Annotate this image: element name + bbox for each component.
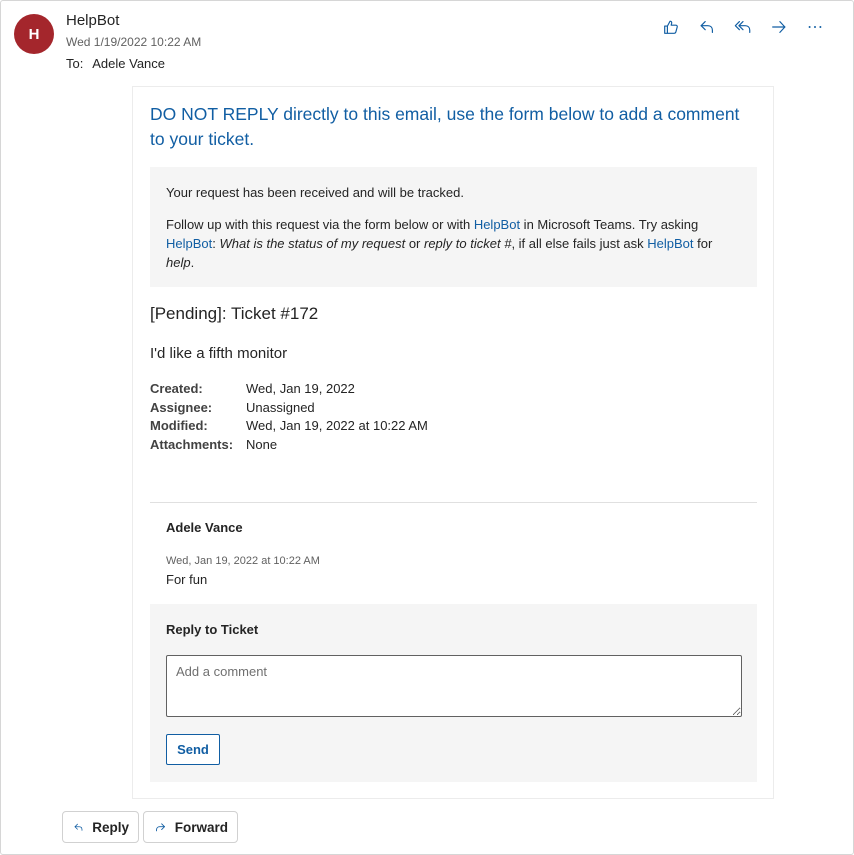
reply-form-title: Reply to Ticket bbox=[166, 622, 259, 637]
more-icon bbox=[808, 26, 822, 28]
divider bbox=[150, 502, 757, 503]
reply-button-label: Reply bbox=[92, 819, 129, 835]
reply-all-button[interactable] bbox=[725, 15, 761, 39]
ticket-details: Created: Wed, Jan 19, 2022 Assignee: Una… bbox=[150, 380, 428, 454]
forward-icon bbox=[156, 823, 165, 832]
detail-row-created: Created: Wed, Jan 19, 2022 bbox=[150, 380, 428, 399]
reply-button[interactable]: Reply bbox=[62, 811, 139, 843]
detail-label: Created: bbox=[150, 381, 203, 396]
comment-author: Adele Vance bbox=[166, 520, 243, 535]
comment-input[interactable] bbox=[166, 655, 742, 717]
reply-form: Reply to Ticket Send bbox=[150, 604, 757, 782]
comment-body: For fun bbox=[166, 572, 208, 587]
detail-value: Wed, Jan 19, 2022 at 10:22 AM bbox=[246, 418, 428, 433]
comment-date: Wed, Jan 19, 2022 at 10:22 AM bbox=[166, 555, 320, 567]
message-actions bbox=[653, 15, 833, 39]
detail-value: Wed, Jan 19, 2022 bbox=[246, 381, 355, 396]
reply-icon bbox=[74, 823, 83, 831]
detail-value: None bbox=[246, 436, 278, 452]
forward-button[interactable]: Forward bbox=[143, 811, 238, 843]
detail-label: Assignee: bbox=[150, 399, 213, 415]
reply-all-icon bbox=[734, 21, 751, 33]
detail-row-modified: Modified: Wed, Jan 19, 2022 at 10:22 AM bbox=[150, 417, 428, 436]
detail-label: Modified: bbox=[150, 418, 208, 433]
detail-row-attachments: Attachments: None bbox=[150, 436, 428, 455]
helpbot-link[interactable]: HelpBot bbox=[166, 236, 212, 251]
forward-action-button[interactable] bbox=[761, 15, 797, 39]
recipient-name[interactable]: Adele Vance bbox=[92, 56, 165, 71]
helpbot-link[interactable]: HelpBot bbox=[474, 217, 520, 232]
received-text: Your request has been received and will … bbox=[166, 185, 464, 200]
forward-icon bbox=[772, 21, 786, 33]
sender-name[interactable]: HelpBot bbox=[66, 12, 119, 29]
helpbot-link[interactable]: HelpBot bbox=[647, 236, 693, 251]
more-actions-button[interactable] bbox=[797, 15, 833, 39]
email-reading-pane: H HelpBot Wed 1/19/2022 10:22 AM To: Ade… bbox=[0, 0, 854, 855]
like-button[interactable] bbox=[653, 15, 689, 39]
detail-value: Unassigned bbox=[246, 399, 315, 415]
do-not-reply-notice: DO NOT REPLY directly to this email, use… bbox=[150, 104, 740, 149]
reply-action-button[interactable] bbox=[689, 15, 725, 39]
ticket-subject: I'd like a fifth monitor bbox=[150, 345, 288, 362]
to-label: To: bbox=[66, 56, 84, 71]
sender-avatar[interactable]: H bbox=[14, 14, 54, 54]
ticket-email-card: DO NOT REPLY directly to this email, use… bbox=[132, 86, 774, 799]
send-button[interactable]: Send bbox=[166, 734, 220, 765]
ticket-title: [Pending]: Ticket #172 bbox=[150, 304, 319, 323]
detail-row-assignee: Assignee: Unassigned bbox=[150, 399, 428, 418]
recipient-line: To: Adele Vance bbox=[66, 56, 165, 71]
thumbs-up-icon bbox=[664, 20, 678, 34]
follow-up-text: Follow up with this request via the form… bbox=[166, 217, 713, 270]
detail-label: Attachments: bbox=[150, 436, 234, 452]
reply-icon bbox=[700, 21, 713, 33]
forward-button-label: Forward bbox=[174, 819, 228, 835]
sent-date: Wed 1/19/2022 10:22 AM bbox=[66, 35, 202, 49]
info-box: Your request has been received and will … bbox=[150, 167, 757, 287]
